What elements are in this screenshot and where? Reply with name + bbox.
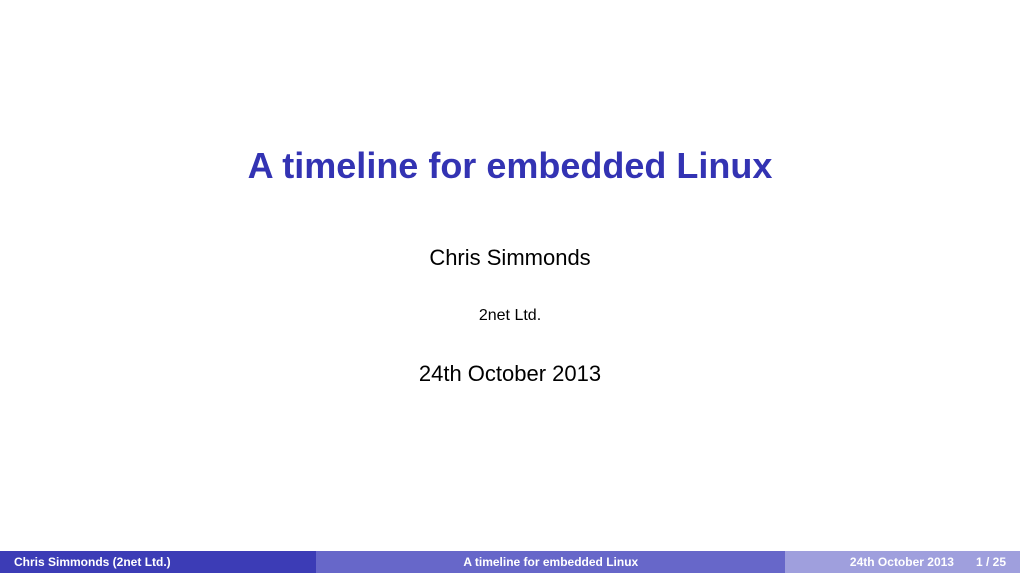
- footer-title-section: A timeline for embedded Linux: [316, 551, 785, 573]
- footer-author-text: Chris Simmonds (2net Ltd.): [14, 555, 171, 569]
- slide-content: A timeline for embedded Linux Chris Simm…: [0, 0, 1020, 551]
- footer-page-number: 1 / 25: [976, 555, 1006, 569]
- slide-author: Chris Simmonds: [429, 245, 590, 271]
- slide-date: 24th October 2013: [419, 361, 601, 387]
- slide-title: A timeline for embedded Linux: [248, 145, 773, 187]
- footer-title-text: A timeline for embedded Linux: [463, 555, 638, 569]
- footer-date-text: 24th October 2013: [850, 555, 954, 569]
- slide-organization: 2net Ltd.: [479, 307, 541, 325]
- footer-author-section: Chris Simmonds (2net Ltd.): [0, 551, 316, 573]
- slide-footer: Chris Simmonds (2net Ltd.) A timeline fo…: [0, 551, 1020, 573]
- footer-date-section: 24th October 2013 1 / 25: [785, 551, 1020, 573]
